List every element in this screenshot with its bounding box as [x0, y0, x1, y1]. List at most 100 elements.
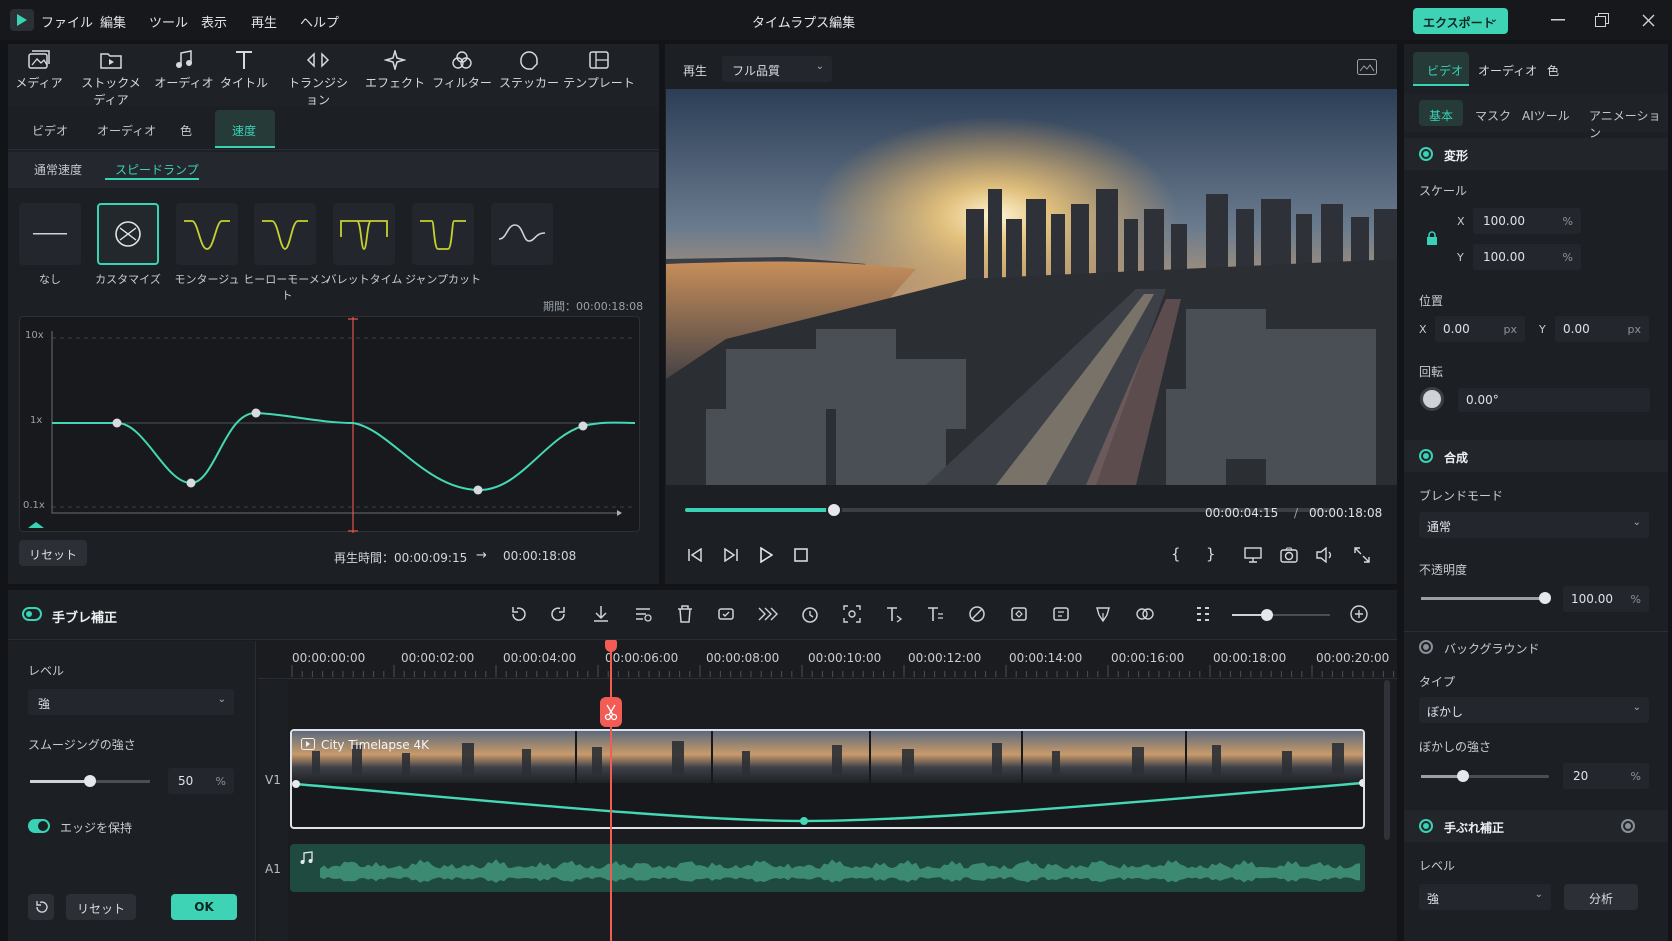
toolbar-transition[interactable]: トランジション	[283, 50, 353, 108]
menu-view[interactable]: 表示	[201, 12, 227, 31]
tab-color[interactable]: 色	[180, 122, 192, 139]
minimize-icon[interactable]	[1548, 12, 1568, 28]
composite-toggle[interactable]	[1419, 449, 1433, 463]
revert-icon[interactable]	[28, 894, 54, 920]
color-match-icon[interactable]	[966, 603, 988, 625]
step-forward-icon[interactable]	[720, 544, 742, 566]
subtab-ai-tools[interactable]: AIツール	[1522, 107, 1570, 124]
right-tab-color[interactable]: 色	[1547, 62, 1559, 79]
stabilization-panel-toggle[interactable]	[22, 607, 42, 621]
preset-montage[interactable]	[176, 203, 238, 265]
menu-file[interactable]: ファイル	[41, 12, 93, 31]
play-icon[interactable]	[755, 544, 777, 566]
smoothing-input[interactable]: 50 %	[168, 768, 234, 794]
stab-level-select[interactable]: 強 ⌄	[28, 689, 234, 715]
opacity-input[interactable]: 100.00 %	[1563, 586, 1649, 612]
menu-edit[interactable]: 編集	[100, 12, 126, 31]
timeline-playhead[interactable]	[610, 640, 612, 941]
preset-none[interactable]	[19, 203, 81, 265]
subtab-normal-speed[interactable]: 通常速度	[34, 161, 82, 178]
bg-type-select[interactable]: ぼかし ⌄	[1419, 697, 1649, 723]
subtab-mask[interactable]: マスク	[1475, 107, 1511, 124]
toolbar-filter[interactable]: フィルター	[427, 50, 497, 91]
zoom-slider-knob[interactable]	[1261, 609, 1273, 621]
speed-reset-button[interactable]: リセット	[19, 540, 87, 566]
group-link-icon[interactable]	[1134, 603, 1156, 625]
toolbar-sticker[interactable]: ステッカー	[494, 50, 564, 91]
subtab-basic[interactable]: 基本	[1419, 100, 1463, 126]
mark-out-button[interactable]: }	[1206, 545, 1216, 563]
timeline-scrollbar[interactable]	[1384, 680, 1390, 840]
scale-y-input[interactable]: 100.00 %	[1473, 244, 1581, 270]
tab-audio[interactable]: オーディオ	[97, 122, 156, 139]
crop-rotate-icon[interactable]	[715, 603, 737, 625]
render-clip-icon[interactable]	[1050, 603, 1072, 625]
position-x-input[interactable]: 0.00 px	[1435, 316, 1525, 342]
mark-in-button[interactable]: {	[1171, 545, 1181, 563]
opacity-slider-knob[interactable]	[1539, 592, 1551, 604]
lock-icon[interactable]	[1424, 229, 1440, 247]
preset-hero-moment[interactable]	[254, 203, 316, 265]
zoom-in-icon[interactable]	[1348, 603, 1370, 625]
volume-icon[interactable]	[1314, 544, 1336, 566]
keep-edges-toggle[interactable]	[28, 819, 50, 833]
position-y-input[interactable]: 0.00 px	[1555, 316, 1649, 342]
ai-select-icon[interactable]	[841, 603, 863, 625]
video-clip[interactable]: City Timelapse 4K	[290, 729, 1365, 829]
blur-strength-slider[interactable]	[1421, 770, 1549, 782]
stab-reset-button[interactable]: リセット	[66, 894, 136, 920]
menu-help[interactable]: ヘルプ	[300, 12, 339, 31]
subtab-animation[interactable]: アニメーション	[1589, 107, 1672, 141]
audio-clip[interactable]	[290, 844, 1365, 892]
smoothing-slider[interactable]	[30, 775, 150, 787]
blur-strength-knob[interactable]	[1457, 770, 1469, 782]
right-tab-video[interactable]: ビデオ	[1413, 52, 1469, 86]
speed-forward-icon[interactable]	[757, 603, 779, 625]
smoothing-slider-knob[interactable]	[84, 775, 96, 787]
blur-strength-input[interactable]: 20 %	[1563, 763, 1649, 789]
menu-tools[interactable]: ツール	[149, 12, 188, 31]
keyframe-clip-icon[interactable]	[1008, 603, 1030, 625]
tab-video[interactable]: ビデオ	[32, 122, 68, 139]
stabilize-toggle[interactable]	[1419, 819, 1433, 833]
playhead-handle[interactable]	[605, 640, 617, 652]
opacity-slider[interactable]	[1421, 592, 1551, 604]
fullscreen-icon[interactable]	[1351, 544, 1373, 566]
undo-icon[interactable]	[507, 603, 529, 625]
preset-customize[interactable]	[97, 203, 159, 265]
zoom-slider[interactable]	[1232, 609, 1330, 621]
background-toggle[interactable]	[1419, 640, 1433, 654]
camera-snapshot-icon[interactable]	[1278, 544, 1300, 566]
stop-icon[interactable]	[790, 544, 812, 566]
toolbar-template[interactable]: テンプレート	[562, 50, 636, 91]
snapshot-frame-icon[interactable]	[1356, 58, 1378, 76]
menu-playback[interactable]: 再生	[251, 12, 277, 31]
stabilize-level-select[interactable]: 強 ⌄	[1419, 884, 1551, 910]
toolbar-media[interactable]: メディア	[4, 50, 74, 91]
tab-speed[interactable]: 速度	[215, 110, 275, 148]
rotation-dial[interactable]	[1420, 387, 1444, 411]
subtitle-text-icon[interactable]	[924, 603, 946, 625]
preset-jump-cut[interactable]	[412, 203, 474, 265]
stab-ok-button[interactable]: OK	[171, 894, 237, 920]
rotation-input[interactable]: 0.00°	[1458, 388, 1650, 412]
export-button[interactable]: エクスポート ⌄	[1413, 8, 1508, 34]
scale-x-input[interactable]: 100.00 %	[1473, 208, 1581, 234]
redo-icon[interactable]	[548, 603, 570, 625]
display-monitor-icon[interactable]	[1242, 544, 1264, 566]
list-edit-icon[interactable]	[632, 603, 654, 625]
transform-toggle[interactable]	[1419, 147, 1433, 161]
timer-icon[interactable]	[799, 603, 821, 625]
speed-ramp-graph[interactable]: 10x 1x 0.1x	[19, 316, 640, 533]
step-back-icon[interactable]	[684, 544, 706, 566]
grid-layout-icon[interactable]	[1192, 603, 1214, 625]
trash-icon[interactable]	[674, 603, 696, 625]
toolbar-effect[interactable]: エフェクト	[360, 50, 430, 91]
analyze-button[interactable]: 分析	[1564, 884, 1638, 910]
stabilize-option-toggle[interactable]	[1621, 819, 1635, 833]
restore-icon[interactable]	[1592, 12, 1612, 28]
scissors-split-icon[interactable]	[600, 697, 622, 727]
shield-marker-icon[interactable]	[1092, 603, 1114, 625]
blend-mode-select[interactable]: 通常 ⌄	[1419, 512, 1649, 538]
preset-wave[interactable]	[491, 203, 553, 265]
